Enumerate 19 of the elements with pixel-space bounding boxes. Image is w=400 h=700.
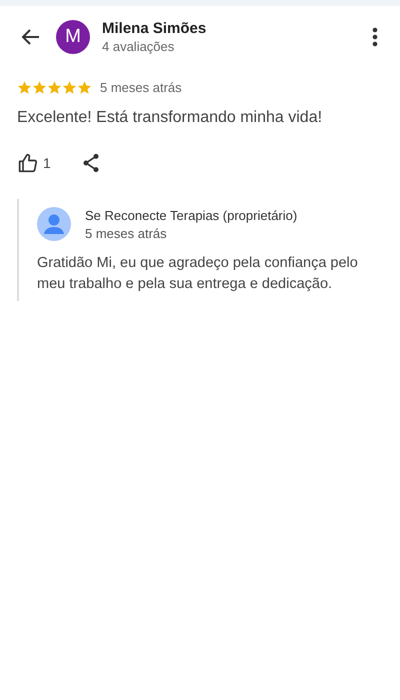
reviewer-name: Milena Simões (102, 20, 208, 37)
owner-avatar-icon (37, 207, 71, 241)
reply-time: 5 meses atrás (85, 226, 168, 240)
review-count: 4 avaliações (102, 39, 176, 54)
like-count: 1 (43, 155, 51, 171)
star-icon (47, 80, 62, 95)
share-icon[interactable] (80, 153, 101, 173)
star-icon (32, 80, 47, 95)
thumbs-up-icon[interactable] (18, 153, 38, 173)
star-icon (62, 80, 77, 95)
star-icon (17, 80, 32, 95)
back-arrow-icon[interactable] (20, 28, 40, 46)
more-icon[interactable] (372, 27, 378, 47)
star-icon (77, 80, 92, 95)
review-time: 5 meses atrás (100, 80, 182, 95)
owner-name: Se Reconecte Terapias (proprietário) (85, 208, 298, 222)
review-text: Excelente! Está transformando minha vida! (17, 109, 324, 127)
avatar: M (56, 20, 90, 54)
reply-text: Gratidão Mi, eu que agradeço pela confiança pelo meu trabalho e pela sua entrega e dedicação. (37, 254, 359, 294)
